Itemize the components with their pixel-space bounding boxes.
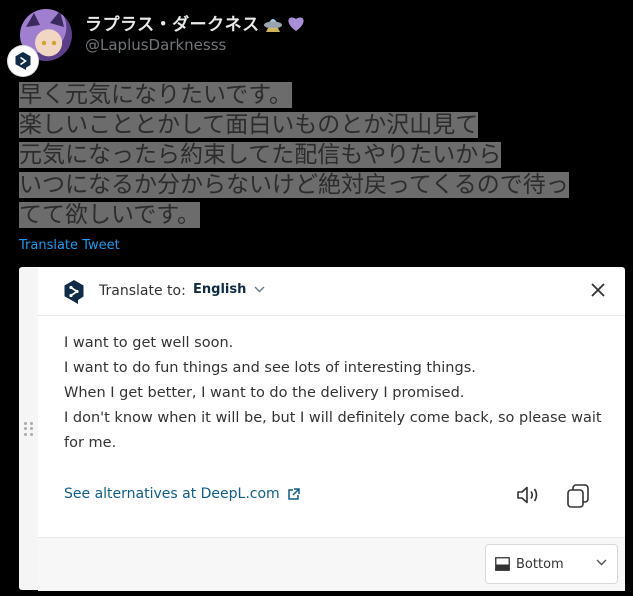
display-name-text: ラプラス・ダークネス: [85, 15, 260, 35]
panel-footer: Bottom: [38, 537, 625, 591]
translation-line: I want to get well soon.: [64, 335, 234, 351]
display-name[interactable]: ラプラス・ダークネス: [85, 10, 306, 35]
translation-line: I want to do fun things and see lots of …: [64, 360, 476, 376]
chevron-down-icon: [254, 286, 265, 293]
external-link-icon: [287, 487, 300, 500]
tweet-text-line: てて欲しいです。: [19, 202, 201, 228]
deepl-logo-icon: [63, 279, 85, 309]
tweet-text-line: 早く元気になりたいです。: [19, 82, 293, 108]
see-alternatives-link[interactable]: See alternatives at DeepL.com: [64, 486, 300, 502]
target-language-value: English: [193, 282, 247, 297]
copy-button[interactable]: [565, 483, 591, 513]
translation-line: I don't know when it will be, but I will…: [64, 410, 602, 426]
translation-result: I want to get well soon. I want to do fu…: [64, 331, 604, 456]
panel-drag-handle[interactable]: [19, 267, 39, 590]
tweet-text-line: 元気になったら約束してた配信もやりたいから: [19, 142, 502, 168]
tweet-text-line: 楽しいこととかして面白いものとか沢山見て: [19, 112, 479, 138]
close-button[interactable]: [590, 282, 606, 302]
chevron-down-icon: [596, 559, 607, 566]
purple-heart-icon: [286, 14, 306, 32]
translation-line: for me.: [64, 435, 117, 451]
speak-button[interactable]: [515, 483, 541, 511]
tweet-text: 早く元気になりたいです。 楽しいこととかして面白いものとか沢山見て 元気になった…: [19, 80, 631, 230]
panel-header: Translate to: English: [38, 267, 625, 316]
translation-line: When I get better, I want to do the deli…: [64, 385, 465, 401]
panel-position-select[interactable]: Bottom: [485, 544, 618, 584]
speaker-icon: [517, 486, 538, 504]
deepl-translation-panel: Translate to: English I want to get well…: [38, 267, 625, 591]
see-alternatives-label: See alternatives at DeepL.com: [64, 486, 280, 502]
grip-icon: [24, 422, 34, 436]
user-handle[interactable]: @LaplusDarknesss: [85, 36, 226, 54]
translate-tweet-link[interactable]: Translate Tweet: [19, 238, 120, 253]
copy-icon: [567, 484, 589, 508]
panel-position-value: Bottom: [516, 556, 564, 572]
close-icon: [591, 283, 605, 297]
tweet-text-line: いつになるか分からないけど絶対戻ってくるので待っ: [19, 172, 569, 198]
target-language-select[interactable]: English: [193, 282, 265, 297]
dock-bottom-icon: [495, 557, 510, 571]
translate-to-label: Translate to:: [99, 283, 186, 299]
ufo-icon: [263, 14, 283, 32]
deepl-badge-icon[interactable]: [8, 46, 38, 76]
